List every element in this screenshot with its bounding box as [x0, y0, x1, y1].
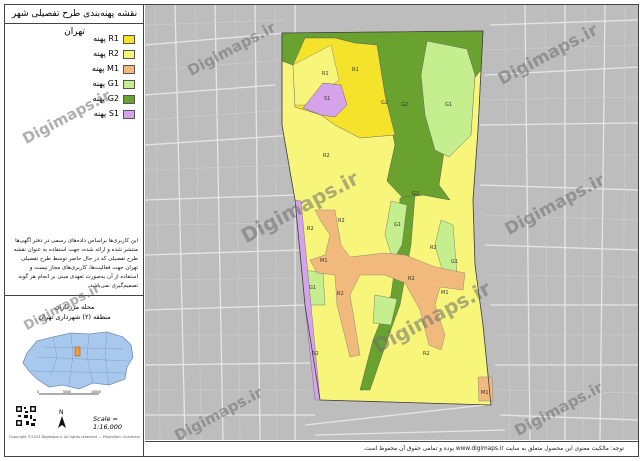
- north-arrow-icon: N: [58, 409, 66, 428]
- zone-label: R1: [352, 67, 359, 73]
- disclaimer-text: این کاربری‌ها براساس داده‌های رسمی در دف…: [13, 238, 138, 289]
- inset-scale-0: 0: [37, 390, 39, 394]
- legend-item-m1: پهنه M1: [75, 63, 140, 77]
- inset-scale-2: 10000: [91, 390, 101, 394]
- zone-label: R2: [337, 291, 344, 297]
- legend-label: پهنه G1: [92, 79, 119, 88]
- zone-label: G1: [394, 222, 401, 228]
- legend-item-g2: پهنه G2: [75, 93, 140, 107]
- zone-label: G2: [401, 102, 408, 108]
- zone-label: G1: [445, 102, 452, 108]
- inset-scale-1: 5000: [63, 390, 71, 394]
- legend-item-g1: پهنه G1: [75, 78, 140, 92]
- zone-label: R2: [312, 351, 319, 357]
- footer-note: توجه: مالکیت معنوی این محصول متعلق به سا…: [145, 441, 638, 456]
- zone-label: M1: [320, 258, 328, 264]
- legend-swatch: [123, 80, 135, 89]
- zone-label: R2: [408, 276, 415, 282]
- legend: پهنه R1 پهنه R2 پهنه M1 پهنه G1 پهنه G2 …: [5, 25, 144, 125]
- inset-map: 0 5000 10000: [13, 327, 137, 399]
- legend-swatch: [123, 65, 135, 74]
- district-label: منطقه (۲) شهرداری تهران: [38, 313, 111, 321]
- zone-label: R2: [338, 218, 345, 224]
- legend-item-s1: پهنه S1: [75, 108, 140, 122]
- zone-label: G2: [412, 191, 419, 197]
- copyright-text: Copyright ©2023 Digimaps.ir. All rights …: [9, 435, 141, 439]
- zone-label: G2: [381, 100, 388, 106]
- legend-label: پهنه M1: [91, 64, 119, 73]
- legend-label: پهنه R2: [93, 49, 119, 58]
- legend-swatch: [123, 95, 135, 104]
- zone-label: R2: [430, 245, 437, 251]
- map-area[interactable]: R1 R1 S1 R2 G2 G2 G1 G2 R2 G1 R2 M1 G1 R…: [145, 5, 638, 440]
- zone-label: M1: [481, 390, 489, 396]
- zone-label: M1: [441, 290, 449, 296]
- zone-label: G1: [451, 259, 458, 265]
- legend-swatch: [123, 35, 135, 44]
- zone-label: G1: [309, 285, 316, 291]
- zone-label: R2: [307, 226, 314, 232]
- zone-label: R1: [322, 71, 329, 77]
- legend-swatch: [123, 110, 135, 119]
- zone-label: R2: [323, 153, 330, 159]
- zone-label: R2: [423, 351, 430, 357]
- legend-label: پهنه R1: [93, 34, 119, 43]
- legend-item-r2: پهنه R2: [75, 48, 140, 62]
- legend-swatch: [123, 50, 135, 59]
- scale-label: Scale = 1:16,000: [93, 415, 123, 431]
- divider: [5, 295, 144, 296]
- zoning-map: R1 R1 S1 R2 G2 G2 G1 G2 R2 G1 R2 M1 G1 R…: [145, 5, 638, 440]
- svg-text:N: N: [59, 409, 64, 416]
- neighborhood-label: محله مرزداران: [54, 303, 95, 311]
- legend-item-r1: پهنه R1: [75, 33, 140, 47]
- qr-code-icon: [15, 405, 37, 427]
- legend-label: پهنه S1: [93, 109, 119, 118]
- location-marker: [74, 346, 81, 357]
- zone-label: S1: [324, 96, 330, 102]
- legend-label: پهنه G2: [92, 94, 119, 103]
- area-info: محله مرزداران منطقه (۲) شهرداری تهران: [5, 302, 144, 322]
- map-title: نقشه پهنه‌بندی طرح تفصیلی شهر تهران: [5, 5, 144, 37]
- legend-sidebar: نقشه پهنه‌بندی طرح تفصیلی شهر تهران پهنه…: [5, 5, 144, 456]
